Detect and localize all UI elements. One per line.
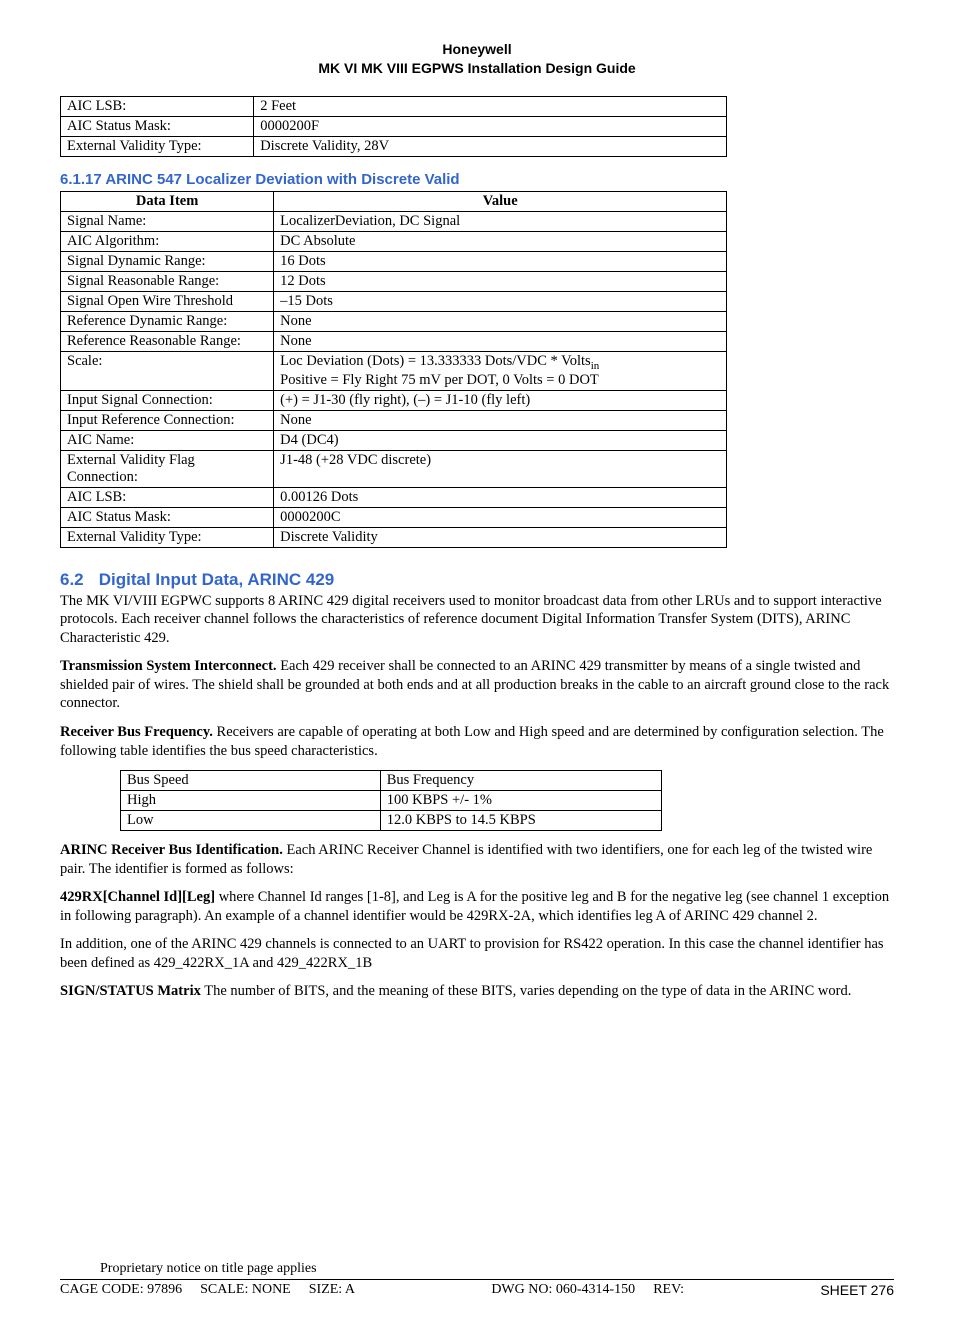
section-number: 6.2 (60, 570, 94, 590)
value-cell: None (274, 410, 727, 430)
col-header-value: Value (274, 191, 727, 211)
top-table: AIC LSB:2 FeetAIC Status Mask:0000200FEx… (60, 96, 727, 157)
section-6-2-p6: In addition, one of the ARINC 429 channe… (60, 935, 894, 972)
table-row: AIC LSB:2 Feet (61, 96, 727, 116)
proprietary-notice: Proprietary notice on title page applies (100, 1261, 894, 1277)
data-item-cell: Reference Dynamic Range: (61, 311, 274, 331)
data-item-cell: Signal Open Wire Threshold (61, 291, 274, 311)
bus-header-speed: Bus Speed (121, 771, 381, 791)
section-6-2-p2: Transmission System Interconnect. Each 4… (60, 657, 894, 713)
section-title: Digital Input Data, ARINC 429 (99, 570, 335, 589)
table-row: AIC Status Mask:0000200F (61, 116, 727, 136)
data-item-cell: Reference Reasonable Range: (61, 331, 274, 351)
bus-header-freq: Bus Frequency (380, 771, 661, 791)
data-item-cell: External Validity Type: (61, 527, 274, 547)
value-cell: –15 Dots (274, 291, 727, 311)
value-cell: Discrete Validity (274, 527, 727, 547)
data-item-cell: Signal Name: (61, 211, 274, 231)
bus-speed-cell: High (121, 791, 381, 811)
data-item-cell: Scale: (61, 351, 274, 390)
value-cell: 16 Dots (274, 251, 727, 271)
value-cell: None (274, 311, 727, 331)
data-item-cell: Input Signal Connection: (61, 390, 274, 410)
size: SIZE: A (309, 1282, 355, 1298)
bus-speed-table: Bus Speed Bus Frequency High100 KBPS +/-… (120, 770, 662, 831)
section-6-2-p1: The MK VI/VIII EGPWC supports 8 ARINC 42… (60, 592, 894, 648)
table-row: Input Reference Connection:None (61, 410, 727, 430)
data-item-cell: Signal Reasonable Range: (61, 271, 274, 291)
table-row: Signal Dynamic Range:16 Dots (61, 251, 727, 271)
section-6-2-p3: Receiver Bus Frequency. Receivers are ca… (60, 723, 894, 760)
section-6-2-p7: SIGN/STATUS Matrix The number of BITS, a… (60, 982, 894, 1001)
p4-bold: ARINC Receiver Bus Identification. (60, 842, 283, 858)
p7-bold: SIGN/STATUS Matrix (60, 983, 201, 999)
value-cell: LocalizerDeviation, DC Signal (274, 211, 727, 231)
value-cell: 0.00126 Dots (274, 487, 727, 507)
col-header-data-item: Data Item (61, 191, 274, 211)
table-row: AIC LSB:0.00126 Dots (61, 487, 727, 507)
page-header: Honeywell MK VI MK VIII EGPWS Installati… (60, 40, 894, 78)
table-row: Signal Open Wire Threshold–15 Dots (61, 291, 727, 311)
page-footer: Proprietary notice on title page applies… (60, 1261, 894, 1298)
data-item-cell: AIC Name: (61, 430, 274, 450)
table-row: AIC Algorithm:DC Absolute (61, 231, 727, 251)
table-row: AIC Name:D4 (DC4) (61, 430, 727, 450)
value-cell: None (274, 331, 727, 351)
p5-bold: 429RX[Channel Id][Leg] (60, 889, 215, 905)
data-item-cell: AIC LSB: (61, 487, 274, 507)
sheet-number: 276 (871, 1282, 894, 1298)
p2-bold: Transmission System Interconnect. (60, 658, 277, 674)
value-cell: 0000200C (274, 507, 727, 527)
sheet-label: SHEET 276 (820, 1282, 894, 1298)
footer-rule (60, 1279, 894, 1280)
value-cell: Discrete Validity, 28V (254, 136, 727, 156)
table-row: Signal Reasonable Range:12 Dots (61, 271, 727, 291)
bus-freq-cell: 100 KBPS +/- 1% (380, 791, 661, 811)
section-6-2-p5: 429RX[Channel Id][Leg] where Channel Id … (60, 888, 894, 925)
data-item-cell: Signal Dynamic Range: (61, 251, 274, 271)
section-6-1-17-table: Data Item Value Signal Name:LocalizerDev… (60, 191, 727, 548)
table-row: AIC Status Mask:0000200C (61, 507, 727, 527)
table-row: External Validity Type:Discrete Validity (61, 527, 727, 547)
bus-freq-cell: 12.0 KBPS to 14.5 KBPS (380, 811, 661, 831)
table-row: External Validity Flag Connection:J1-48 … (61, 450, 727, 487)
table-row: Signal Name:LocalizerDeviation, DC Signa… (61, 211, 727, 231)
table-row: Scale:Loc Deviation (Dots) = 13.333333 D… (61, 351, 727, 390)
scale: SCALE: NONE (200, 1282, 291, 1298)
doc-title: MK VI MK VIII EGPWS Installation Design … (60, 59, 894, 78)
value-cell: J1-48 (+28 VDC discrete) (274, 450, 727, 487)
table-row: High100 KBPS +/- 1% (121, 791, 662, 811)
table-row: External Validity Type:Discrete Validity… (61, 136, 727, 156)
data-item-cell: External Validity Flag Connection: (61, 450, 274, 487)
section-6-2-p4: ARINC Receiver Bus Identification. Each … (60, 841, 894, 878)
section-6-1-17-heading: 6.1.17 ARINC 547 Localizer Deviation wit… (60, 171, 894, 188)
table-row: Low12.0 KBPS to 14.5 KBPS (121, 811, 662, 831)
value-cell: Loc Deviation (Dots) = 13.333333 Dots/VD… (274, 351, 727, 390)
data-item-cell: AIC LSB: (61, 96, 254, 116)
company-name: Honeywell (60, 40, 894, 59)
table-row: Reference Reasonable Range:None (61, 331, 727, 351)
p3-bold: Receiver Bus Frequency. (60, 724, 213, 740)
value-cell: 0000200F (254, 116, 727, 136)
value-cell: 12 Dots (274, 271, 727, 291)
data-item-cell: AIC Status Mask: (61, 507, 274, 527)
value-cell: 2 Feet (254, 96, 727, 116)
rev: REV: (653, 1282, 684, 1298)
table-row: Input Signal Connection:(+) = J1-30 (fly… (61, 390, 727, 410)
value-cell: D4 (DC4) (274, 430, 727, 450)
value-cell: DC Absolute (274, 231, 727, 251)
cage-code: CAGE CODE: 97896 (60, 1282, 182, 1298)
bus-speed-cell: Low (121, 811, 381, 831)
p7-rest: The number of BITS, and the meaning of t… (201, 983, 851, 999)
data-item-cell: External Validity Type: (61, 136, 254, 156)
value-cell: (+) = J1-30 (fly right), (–) = J1-10 (fl… (274, 390, 727, 410)
data-item-cell: Input Reference Connection: (61, 410, 274, 430)
table-row: Reference Dynamic Range:None (61, 311, 727, 331)
data-item-cell: AIC Status Mask: (61, 116, 254, 136)
data-item-cell: AIC Algorithm: (61, 231, 274, 251)
dwg-no: DWG NO: 060-4314-150 (491, 1282, 635, 1298)
section-6-2-heading: 6.2 Digital Input Data, ARINC 429 (60, 570, 894, 590)
